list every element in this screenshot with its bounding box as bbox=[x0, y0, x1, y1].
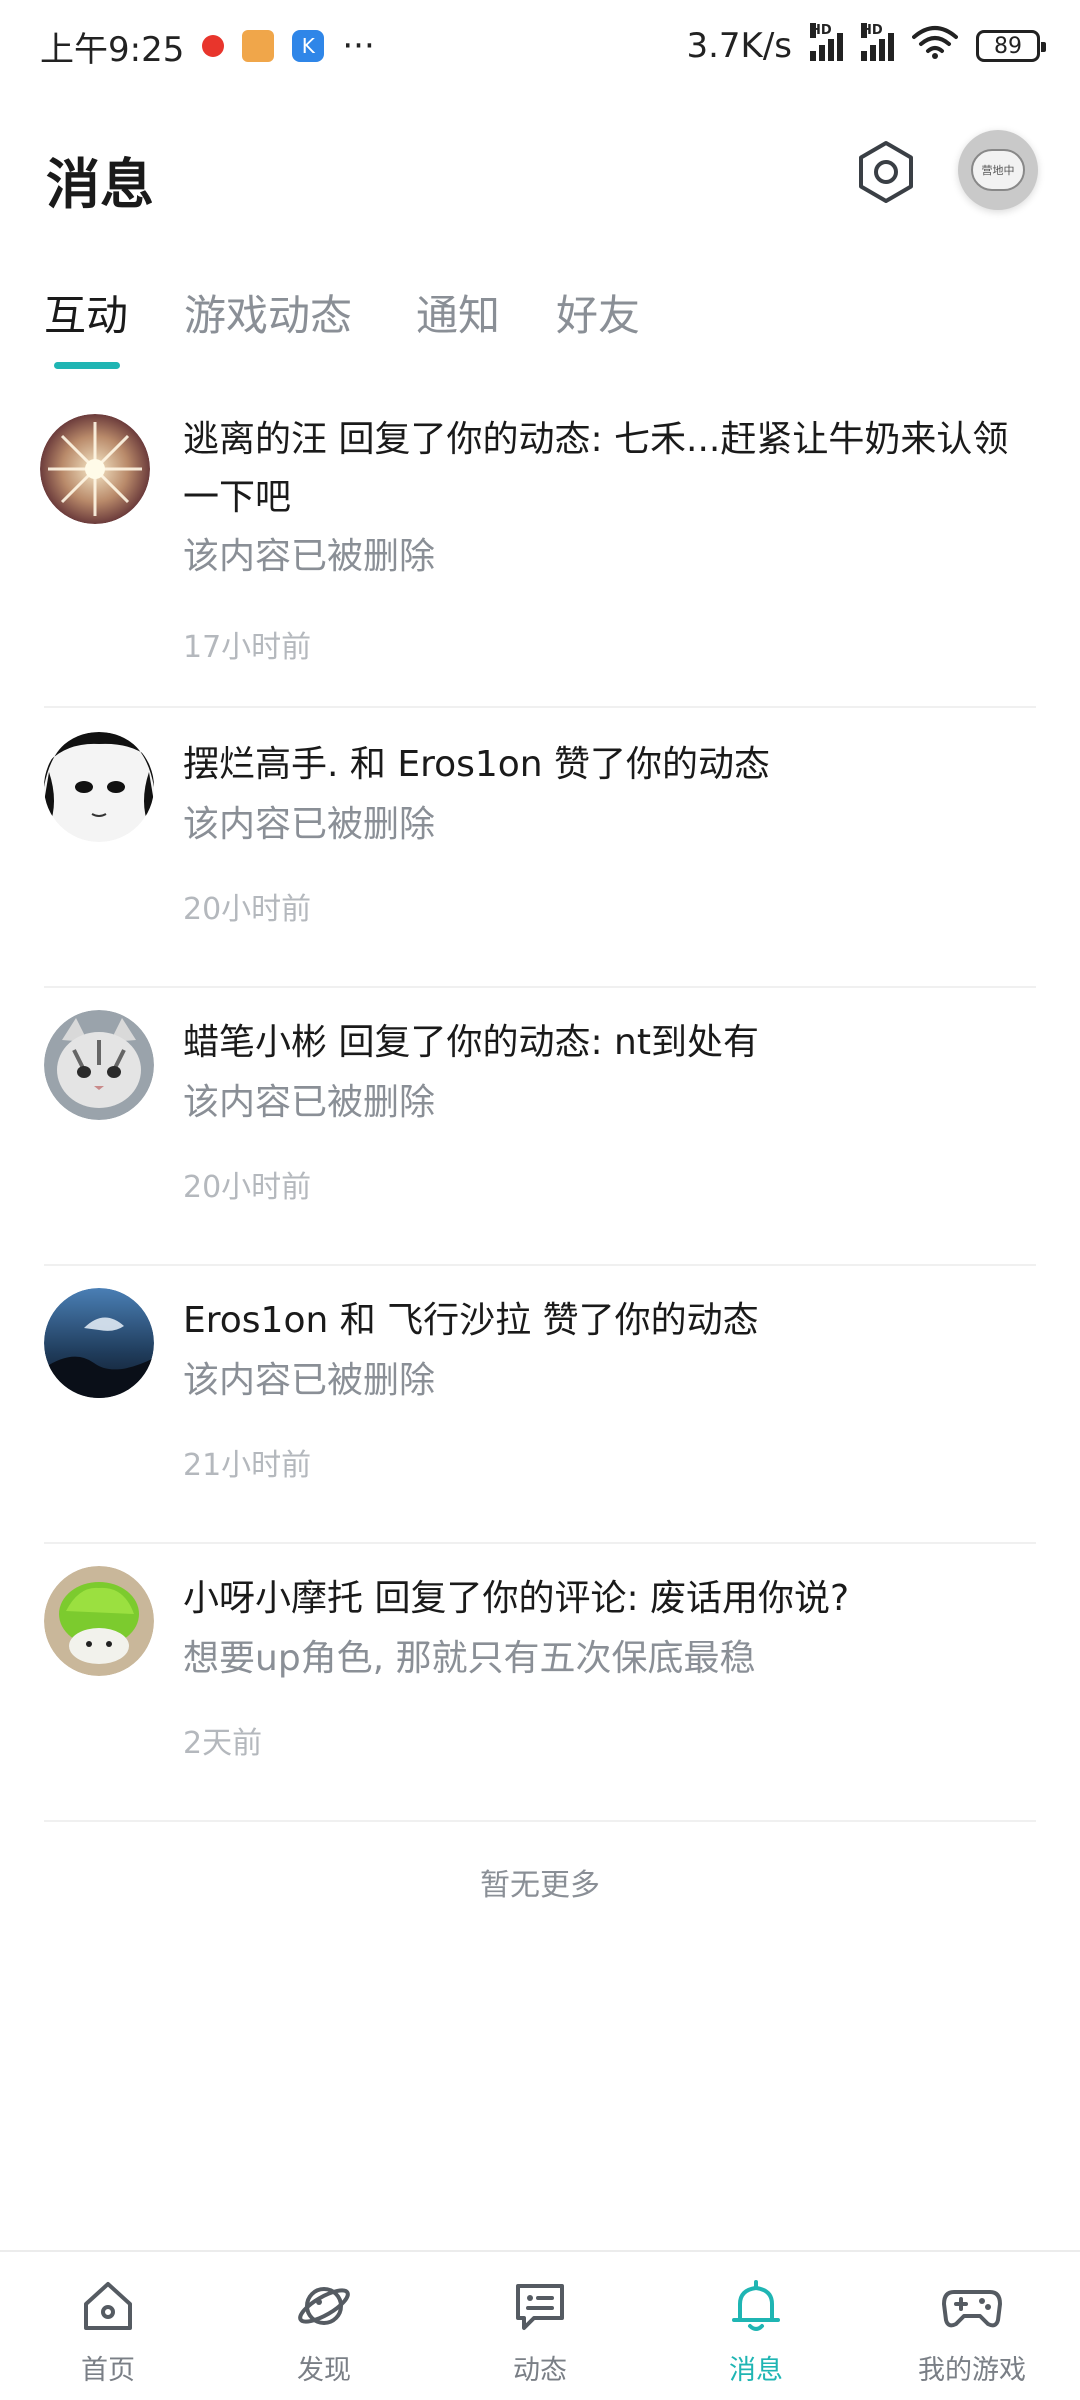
user-avatar[interactable] bbox=[44, 1288, 154, 1398]
message-item[interactable]: 逃离的汪 回复了你的动态: 七禾...赶紧让牛奶来认领一下吧 该内容已被删除 1… bbox=[0, 380, 1080, 710]
user-avatar-button[interactable]: 营地中 bbox=[958, 130, 1038, 210]
divider bbox=[44, 1820, 1036, 1822]
home-icon bbox=[76, 2274, 140, 2338]
message-item[interactable]: 小呀小摩托 回复了你的评论: 废话用你说? 想要up角色, 那就只有五次保底最稳… bbox=[0, 1544, 1080, 1822]
game-app-notification-icon bbox=[242, 30, 275, 62]
wifi-icon bbox=[912, 25, 958, 68]
tab-game-updates[interactable]: 游戏动态 bbox=[184, 282, 352, 343]
nav-home-label: 首页 bbox=[81, 2355, 135, 2386]
status-time: 上午9:25 bbox=[40, 29, 185, 70]
more-notifications-icon: ··· bbox=[342, 26, 375, 66]
header: 消息 营地中 bbox=[0, 92, 1080, 262]
nav-feed[interactable]: 动态 bbox=[432, 2252, 648, 2400]
battery-icon: 89 bbox=[976, 30, 1046, 62]
chat-icon bbox=[508, 2274, 572, 2338]
bell-icon bbox=[724, 2274, 788, 2338]
divider bbox=[44, 706, 1036, 708]
tab-interaction[interactable]: 互动 bbox=[44, 282, 128, 343]
message-item[interactable]: 摆烂高手. 和 Eros1on 赞了你的动态 该内容已被删除 20小时前 bbox=[0, 710, 1080, 988]
message-subtitle: 该内容已被删除 bbox=[183, 536, 436, 577]
k-app-notification-icon: K bbox=[292, 30, 325, 62]
message-subtitle: 该内容已被删除 bbox=[183, 1360, 436, 1401]
no-more-text: 暂无更多 bbox=[480, 1868, 600, 1903]
active-tab-indicator bbox=[54, 362, 120, 369]
message-title: 摆烂高手. 和 Eros1on 赞了你的动态 bbox=[183, 744, 771, 785]
settings-hexagon-icon bbox=[859, 141, 913, 203]
nav-my-games-label: 我的游戏 bbox=[918, 2355, 1026, 2386]
status-right: 3.7K/s HD HD 89 bbox=[686, 23, 1046, 68]
avatar-badge: 营地中 bbox=[971, 149, 1025, 191]
message-title: Eros1on 和 飞行沙拉 赞了你的动态 bbox=[183, 1300, 759, 1341]
tab-friends[interactable]: 好友 bbox=[556, 282, 640, 343]
user-avatar[interactable] bbox=[40, 414, 150, 524]
video-app-notification-icon bbox=[202, 35, 225, 57]
gamepad-icon bbox=[940, 2274, 1004, 2338]
message-time: 20小时前 bbox=[183, 1170, 312, 1205]
settings-button[interactable] bbox=[848, 134, 924, 210]
nav-discover-label: 发现 bbox=[297, 2355, 351, 2386]
battery-level: 89 bbox=[994, 33, 1022, 59]
message-subtitle: 该内容已被删除 bbox=[183, 1082, 436, 1123]
message-title: 逃离的汪 回复了你的动态: 七禾...赶紧让牛奶来认领一下吧 bbox=[183, 419, 1009, 518]
nav-messages-label: 消息 bbox=[729, 2355, 783, 2386]
message-title: 小呀小摩托 回复了你的评论: 废话用你说? bbox=[183, 1578, 850, 1619]
planet-icon bbox=[292, 2274, 356, 2338]
message-subtitle: 该内容已被删除 bbox=[183, 804, 436, 845]
message-subtitle: 想要up角色, 那就只有五次保底最稳 bbox=[183, 1638, 756, 1679]
message-time: 21小时前 bbox=[183, 1448, 312, 1483]
nav-home[interactable]: 首页 bbox=[0, 2252, 216, 2400]
net-speed: 3.7K/s bbox=[686, 26, 792, 66]
user-avatar[interactable] bbox=[44, 1010, 154, 1120]
message-item[interactable]: 蜡笔小彬 回复了你的动态: nt到处有 该内容已被删除 20小时前 bbox=[0, 988, 1080, 1266]
tab-notifications[interactable]: 通知 bbox=[416, 282, 500, 343]
nav-discover[interactable]: 发现 bbox=[216, 2252, 432, 2400]
user-avatar[interactable] bbox=[44, 732, 154, 842]
bottom-nav: 首页 发现 动态 消息 我的游戏 bbox=[0, 2250, 1080, 2400]
message-item[interactable]: Eros1on 和 飞行沙拉 赞了你的动态 该内容已被删除 21小时前 bbox=[0, 1266, 1080, 1544]
status-bar: 上午9:25 K ··· 3.7K/s HD HD 89 bbox=[0, 0, 1080, 92]
tab-bar: 互动 游戏动态 通知 好友 bbox=[0, 262, 1080, 372]
page-title: 消息 bbox=[46, 153, 154, 216]
message-time: 17小时前 bbox=[183, 630, 312, 665]
nav-feed-label: 动态 bbox=[513, 2355, 567, 2386]
message-time: 20小时前 bbox=[183, 892, 312, 927]
signal-1-icon: HD bbox=[810, 23, 843, 61]
signal-2-icon: HD bbox=[861, 23, 894, 61]
status-left: 上午9:25 K ··· bbox=[40, 22, 375, 71]
user-avatar[interactable] bbox=[44, 1566, 154, 1676]
nav-my-games[interactable]: 我的游戏 bbox=[864, 2252, 1080, 2400]
nav-messages[interactable]: 消息 bbox=[648, 2252, 864, 2400]
message-time: 2天前 bbox=[183, 1726, 263, 1761]
message-title: 蜡笔小彬 回复了你的动态: nt到处有 bbox=[183, 1022, 759, 1063]
